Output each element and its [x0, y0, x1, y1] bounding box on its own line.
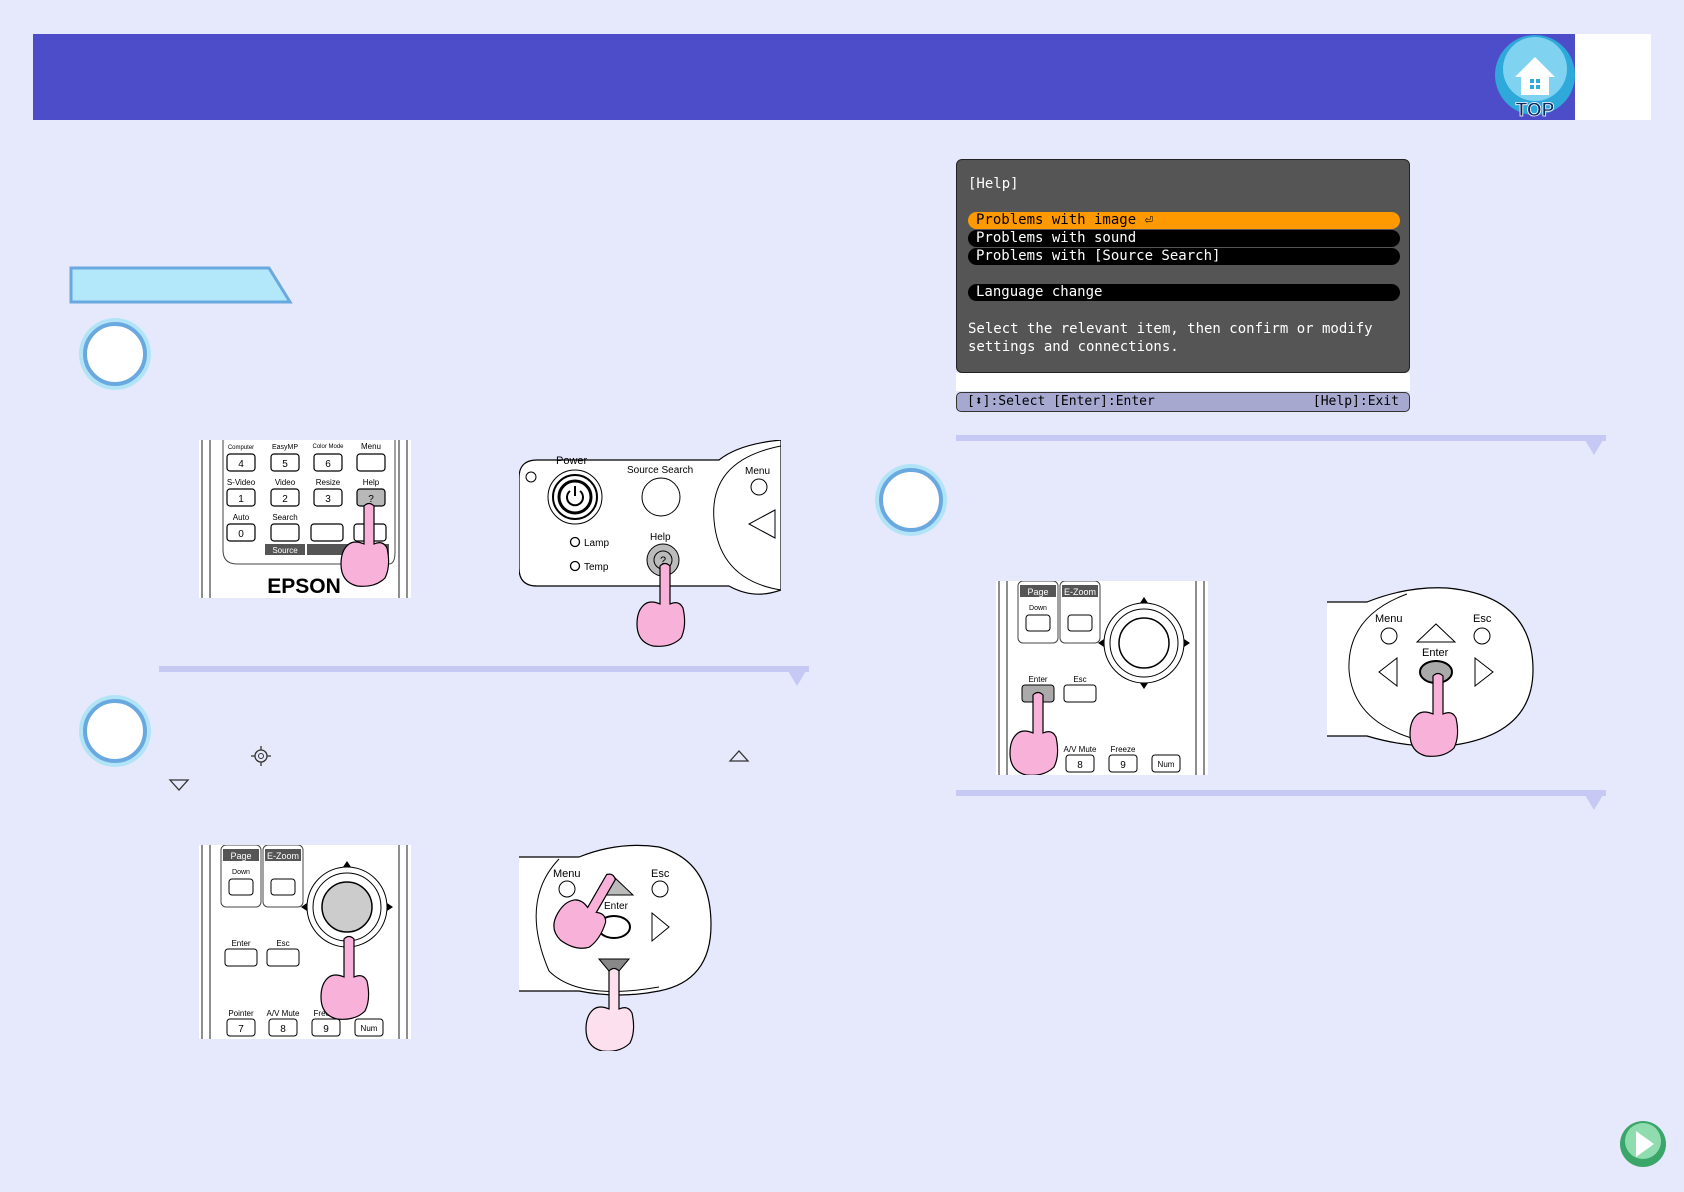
help-menu-gap	[956, 373, 1410, 391]
remote_nav-num: Num	[1158, 760, 1175, 769]
remote_help-row1_keys-2: 6	[325, 459, 331, 470]
divider	[956, 435, 1606, 441]
procedure-tab	[69, 266, 293, 304]
panel_help-help: Help	[650, 532, 671, 543]
remote_help-source_label: Source	[272, 546, 298, 555]
remote_nav-down: Down	[232, 869, 250, 876]
remote_help-row2-0: S-Video	[227, 478, 256, 487]
panel_nav-enter: Enter	[1422, 647, 1449, 659]
remote_nav-key7: 7	[238, 1024, 244, 1035]
remote_nav-page: Page	[1027, 587, 1048, 597]
panel_nav-esc: Esc	[1473, 613, 1492, 625]
help-item-image[interactable]: Problems with image ⏎	[968, 212, 1400, 229]
enter-icon: ⏎	[1144, 212, 1154, 228]
panel_help-menu: Menu	[745, 466, 770, 477]
step-1-marker	[83, 322, 147, 386]
help-menu-title: [Help]	[968, 176, 1019, 192]
remote_nav-esc: Esc	[1073, 675, 1086, 684]
help-item-sound[interactable]: Problems with sound	[968, 230, 1400, 247]
remote-help-illustration: Computer EasyMP Color Mode Menu S-Video …	[199, 440, 411, 598]
remote_help-row1-3: Menu	[361, 442, 381, 451]
help-item-language[interactable]: Language change	[968, 284, 1400, 301]
panel-enter-illustration: Menu Esc Enter	[1327, 587, 1534, 757]
remote_nav-key9: 9	[323, 1024, 329, 1035]
divider	[956, 790, 1606, 796]
remote_nav-avmute: A/V Mute	[267, 1009, 300, 1018]
remote_nav-num: Num	[361, 1024, 378, 1033]
remote_help-row3-0: Auto	[233, 513, 250, 522]
remote_nav-esc: Esc	[276, 939, 289, 948]
remote_help-row1-1: EasyMP	[272, 444, 298, 451]
panel_nav-enter: Enter	[604, 901, 629, 912]
remote_help-row2-2: Resize	[316, 478, 341, 487]
header-bar	[33, 34, 1575, 120]
remote_help-row2_keys-1: 2	[282, 494, 288, 505]
remote_help-row1-2: Color Mode	[312, 444, 344, 450]
remote_nav-enter: Enter	[231, 939, 250, 948]
remote_nav-key8: 8	[1077, 760, 1083, 771]
step-2-marker	[83, 699, 147, 763]
footer-left: [⬍]:Select [Enter]:Enter	[967, 394, 1155, 409]
header-corner	[1575, 34, 1651, 120]
panel_nav-menu: Menu	[1375, 613, 1403, 625]
remote_nav-ezoom: E-Zoom	[1064, 587, 1096, 597]
remote_help-row2-3: Help	[363, 478, 380, 487]
help-description: Select the relevant item, then confirm o…	[968, 321, 1373, 355]
help_menu-items-0-label: Problems with image	[976, 212, 1137, 228]
down-arrow-icon	[168, 779, 190, 791]
panel_nav-esc: Esc	[651, 868, 670, 880]
remote-enter-illustration: Page E-Zoom Down Enter Esc A/V Mute Free…	[996, 581, 1208, 775]
remote_help-row2_keys-0: 1	[238, 494, 244, 505]
remote_nav-page: Page	[230, 851, 251, 861]
divider-end	[1582, 790, 1606, 810]
step-3-marker	[879, 468, 943, 532]
remote_nav-pointer: Pointer	[228, 1009, 254, 1018]
panel_help-lamp: Lamp	[584, 538, 609, 549]
remote_help-row1-0: Computer	[228, 445, 254, 451]
divider	[159, 666, 809, 672]
panel_help-source_search: Source Search	[627, 465, 693, 476]
panel_help-temp: Temp	[584, 562, 609, 573]
remote_nav-down: Down	[1029, 605, 1047, 612]
top-home-icon[interactable]: TOP	[1491, 33, 1579, 121]
panel_nav-menu: Menu	[553, 868, 581, 880]
remote_nav-ezoom: E-Zoom	[267, 851, 299, 861]
panel-nav-illustration: Menu Esc Enter	[519, 844, 712, 1051]
panel-help-illustration: ? Power Source Search Menu Help Lamp Tem…	[519, 440, 781, 647]
help-item-source-search[interactable]: Problems with [Source Search]	[968, 248, 1400, 265]
remote_nav-key9: 9	[1120, 760, 1126, 771]
remote_help-row2_keys-2: 3	[325, 494, 331, 505]
remote_help-row3-1: Search	[272, 513, 297, 522]
help-menu-screen: [Help] Problems with image ⏎ Problems wi…	[956, 159, 1410, 373]
remote_nav-avmute: A/V Mute	[1064, 745, 1097, 754]
next-page-icon[interactable]	[1618, 1119, 1668, 1169]
divider-end	[1582, 435, 1606, 455]
remote_nav-enter: Enter	[1028, 675, 1047, 684]
up-arrow-icon	[728, 750, 750, 762]
remote_nav-freeze: Freeze	[1111, 745, 1136, 754]
epson-logo: EPSON	[267, 575, 341, 598]
top-label: TOP	[1516, 100, 1555, 121]
joystick-icon	[251, 746, 271, 766]
panel_help-power: Power	[556, 455, 588, 467]
remote_help-row1_keys-1: 5	[282, 459, 288, 470]
divider-end	[785, 666, 809, 686]
remote_nav-key8: 8	[280, 1024, 286, 1035]
remote_help-row1_keys-0: 4	[238, 459, 244, 470]
remote_help-row2-1: Video	[275, 478, 296, 487]
footer-right: [Help]:Exit	[1312, 394, 1399, 409]
help-footer-bar: [⬍]:Select [Enter]:Enter [Help]:Exit	[956, 392, 1410, 412]
remote-nav-illustration: Page E-Zoom Down Enter Esc Pointer A/V M…	[199, 845, 411, 1039]
remote_help-row3_keys-0: 0	[238, 529, 244, 540]
